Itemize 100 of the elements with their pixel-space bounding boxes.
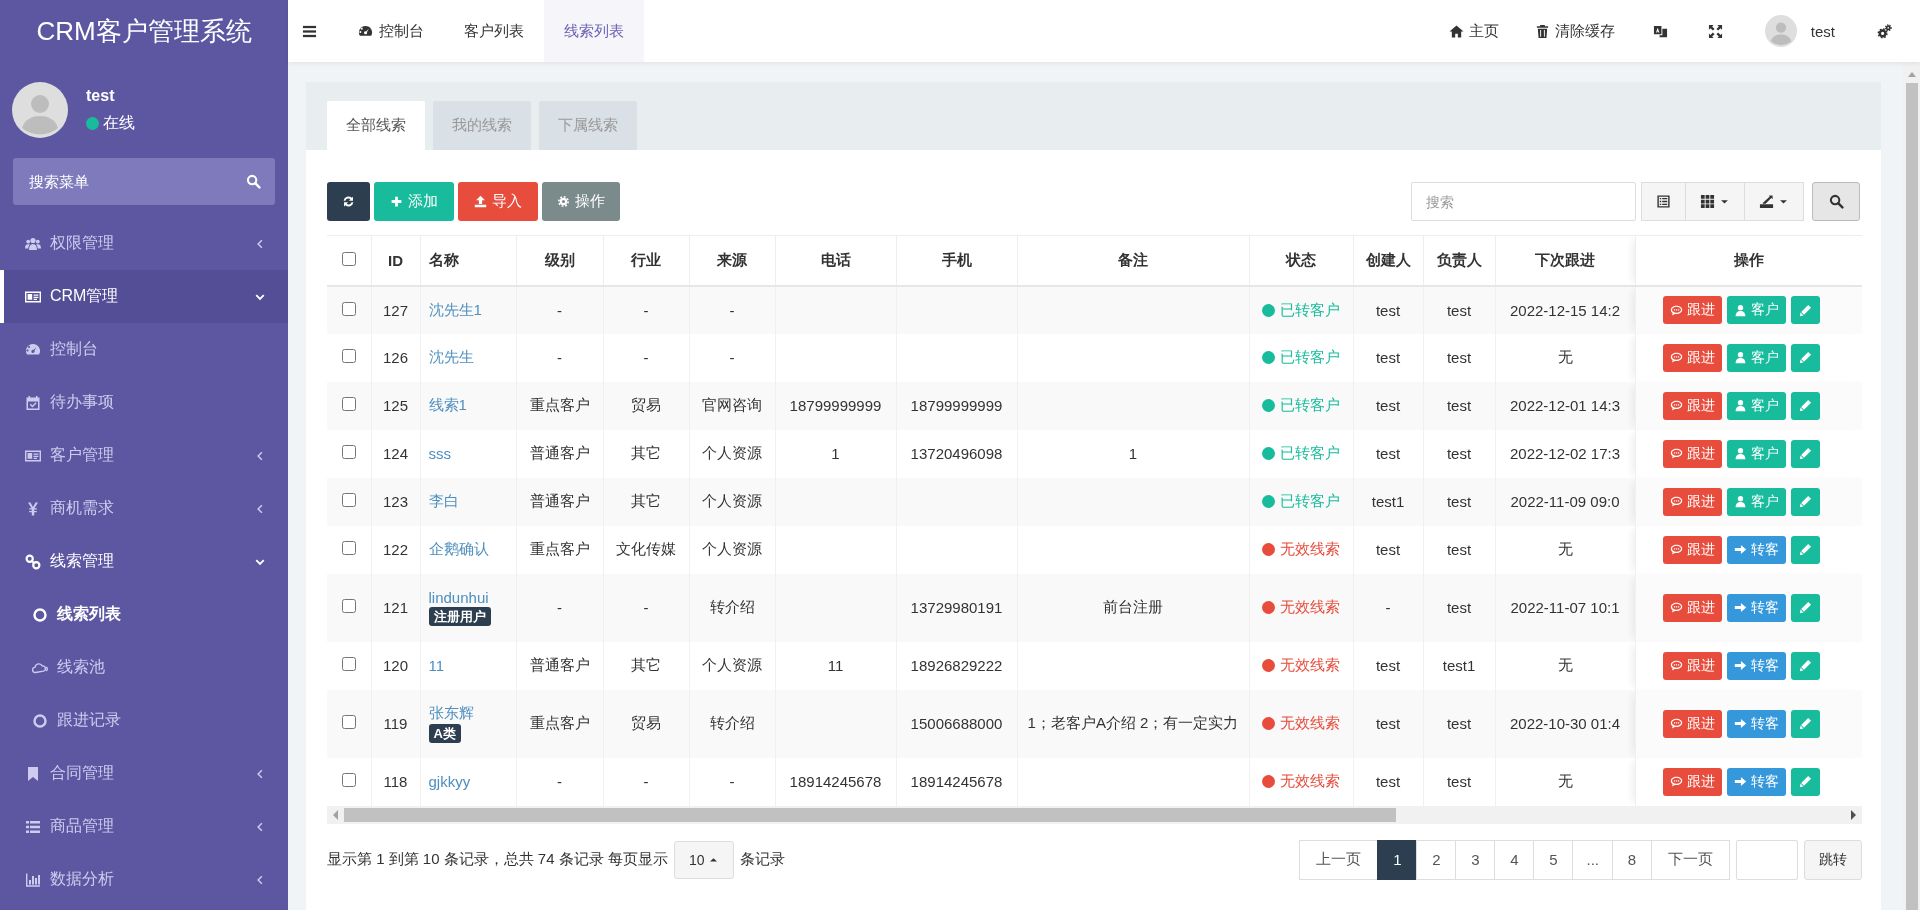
follow-button[interactable]: 跟进 [1663, 296, 1723, 324]
menu-item[interactable]: 控制台 [0, 323, 288, 376]
customer-button[interactable]: 客户 [1727, 296, 1787, 324]
convert-button[interactable]: 转客 [1727, 709, 1787, 738]
columns-button[interactable] [1685, 182, 1745, 221]
menu-item[interactable]: 商机需求 [0, 482, 288, 535]
menu-item[interactable]: 线索管理 [0, 535, 288, 588]
name-link[interactable]: sss [428, 445, 451, 462]
name-link[interactable]: 沈先生1 [428, 300, 482, 318]
follow-button[interactable]: 跟进 [1663, 343, 1723, 372]
import-button[interactable]: 导入 [458, 182, 538, 221]
page-number-field[interactable] [1736, 839, 1798, 880]
follow-button[interactable]: 跟进 [1663, 535, 1723, 564]
name-link[interactable]: lindunhui [428, 589, 489, 606]
page-button[interactable]: 3 [1455, 839, 1496, 880]
row-checkbox[interactable] [341, 445, 356, 459]
menu-item[interactable]: 客户管理 [0, 429, 288, 482]
jump-button[interactable]: 跳转 [1804, 839, 1862, 880]
nav-tab[interactable]: 线索列表 [544, 0, 644, 62]
table-cell: 122 [371, 525, 420, 574]
name-link[interactable]: 线索1 [428, 396, 467, 413]
page-button[interactable]: 1 [1377, 839, 1418, 880]
nav-tab[interactable]: 控制台 [338, 0, 444, 62]
clear-cache-link[interactable]: 清除缓存 [1516, 0, 1633, 62]
search-field[interactable]: 搜索 [1411, 182, 1636, 221]
customer-button[interactable]: 客户 [1727, 487, 1787, 516]
edit-button[interactable] [1791, 651, 1821, 680]
menu-item[interactable]: 跟进记录 [0, 694, 288, 747]
follow-button[interactable]: 跟进 [1663, 439, 1723, 468]
page-button[interactable]: 8 [1612, 839, 1652, 880]
vertical-scrollbar[interactable] [1903, 62, 1920, 910]
page-button[interactable]: 4 [1494, 839, 1535, 880]
list-icon [25, 818, 41, 835]
user-menu[interactable]: test [1742, 0, 1857, 62]
export-button[interactable] [1744, 182, 1804, 221]
menu-item[interactable]: 数据分析 [0, 853, 288, 906]
name-link[interactable]: gjkkyy [428, 773, 471, 790]
name-link[interactable]: 11 [428, 657, 445, 674]
edit-button[interactable] [1791, 296, 1821, 324]
add-button[interactable]: 添加 [374, 182, 454, 221]
convert-button[interactable]: 转客 [1727, 593, 1787, 622]
follow-button[interactable]: 跟进 [1663, 391, 1723, 420]
row-checkbox[interactable] [341, 493, 356, 507]
menu-item[interactable]: 待办事项 [0, 376, 288, 429]
page-button[interactable]: 2 [1416, 839, 1457, 880]
follow-button[interactable]: 跟进 [1663, 651, 1723, 680]
row-checkbox[interactable] [341, 397, 356, 411]
tab[interactable]: 全部线索 [327, 101, 425, 150]
menu-item[interactable]: 线索池 [0, 641, 288, 694]
menu-item[interactable]: 合同管理 [0, 747, 288, 800]
customer-button[interactable]: 客户 [1727, 439, 1787, 468]
page-button[interactable]: 上一页 [1299, 839, 1379, 880]
edit-button[interactable] [1791, 709, 1821, 738]
follow-button[interactable]: 跟进 [1663, 487, 1723, 516]
table-view-button[interactable] [1641, 182, 1686, 221]
menu-item[interactable]: 线索列表 [0, 588, 288, 641]
follow-button[interactable]: 跟进 [1663, 767, 1723, 796]
edit-button[interactable] [1791, 343, 1821, 372]
name-link[interactable]: 张东辉 [428, 704, 474, 721]
menu-item[interactable]: 商品管理 [0, 800, 288, 853]
edit-button[interactable] [1791, 767, 1821, 796]
convert-button[interactable]: 转客 [1727, 767, 1787, 796]
operate-button[interactable]: 操作 [542, 182, 620, 221]
row-checkbox[interactable] [341, 349, 356, 363]
search-field[interactable]: 搜索菜单 [13, 158, 275, 205]
row-checkbox[interactable] [341, 301, 356, 316]
follow-button[interactable]: 跟进 [1663, 709, 1723, 738]
follow-button[interactable]: 跟进 [1663, 593, 1723, 622]
status-label: 在线 [103, 112, 135, 133]
edit-button[interactable] [1791, 439, 1821, 468]
row-checkbox[interactable] [341, 773, 356, 787]
row-checkbox[interactable] [341, 715, 356, 729]
name-link[interactable]: 沈先生 [428, 348, 474, 365]
convert-button[interactable]: 转客 [1727, 535, 1787, 564]
status-label: 已转客户 [1280, 492, 1340, 511]
nav-tab[interactable]: 客户列表 [444, 0, 544, 62]
menu-item[interactable]: CRM管理 [0, 270, 288, 323]
name-link[interactable]: 企鹅确认 [428, 540, 489, 557]
edit-button[interactable] [1791, 535, 1821, 564]
home-link[interactable]: 主页 [1430, 0, 1517, 62]
row-checkbox[interactable] [341, 599, 356, 613]
tab[interactable]: 我的线索 [433, 101, 531, 150]
name-link[interactable]: 李白 [428, 492, 459, 509]
convert-button[interactable]: 转客 [1727, 651, 1787, 680]
menu-item[interactable]: 权限管理 [0, 217, 288, 270]
row-checkbox[interactable] [341, 657, 356, 671]
tab[interactable]: 下属线索 [539, 101, 637, 150]
search-button[interactable] [1812, 182, 1860, 221]
checkbox[interactable] [341, 251, 356, 266]
page-size-dropdown[interactable]: 10 [673, 840, 735, 879]
customer-button[interactable]: 客户 [1727, 343, 1787, 372]
page-button[interactable]: 5 [1533, 839, 1574, 880]
customer-button[interactable]: 客户 [1727, 391, 1787, 420]
refresh-button[interactable] [327, 182, 370, 221]
edit-button[interactable] [1791, 391, 1821, 420]
edit-button[interactable] [1791, 593, 1821, 622]
page-button[interactable]: ... [1572, 839, 1613, 880]
page-button[interactable]: 下一页 [1651, 839, 1730, 880]
row-checkbox[interactable] [341, 541, 356, 555]
edit-button[interactable] [1791, 487, 1821, 516]
